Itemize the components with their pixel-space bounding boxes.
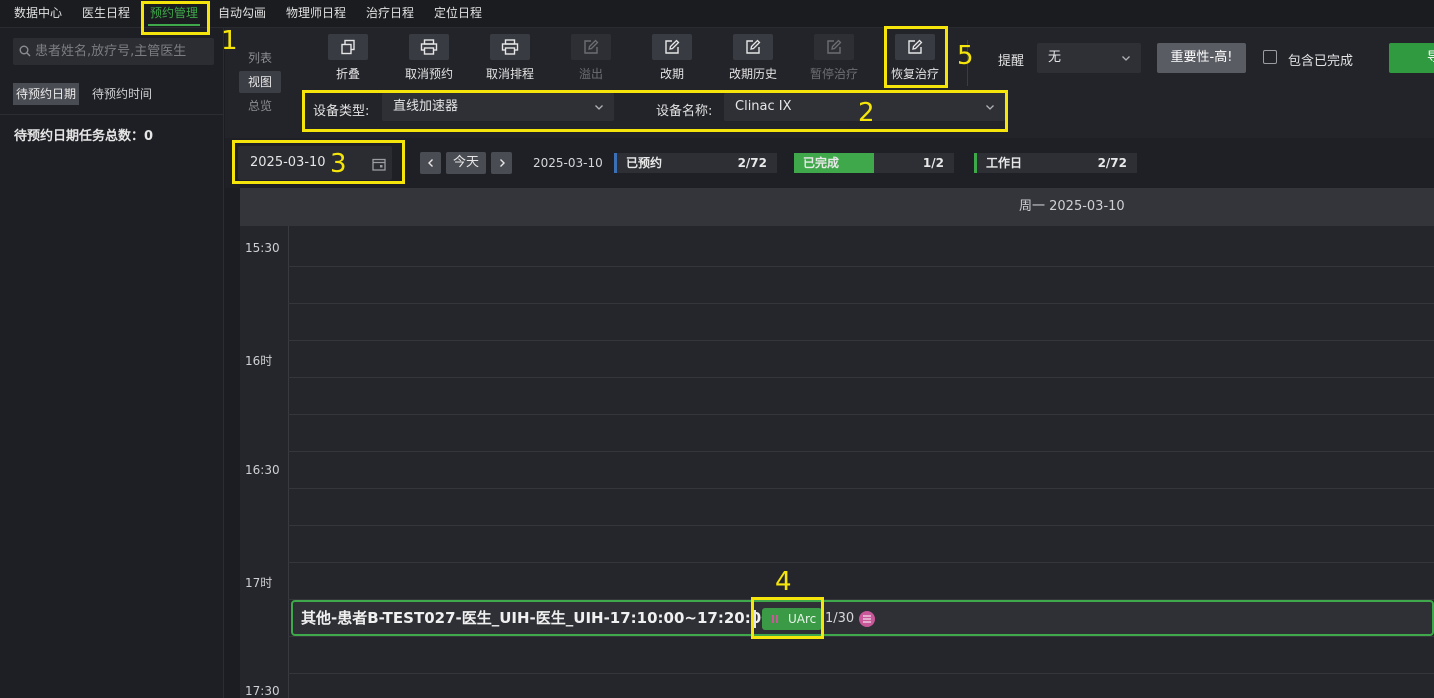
stat-booked-value: 2/72 xyxy=(737,156,767,170)
annotation-number-3: 3 xyxy=(330,149,347,179)
prev-day-button[interactable] xyxy=(420,152,441,174)
stat-workdays: 工作日 2/72 xyxy=(974,153,1137,173)
search-box xyxy=(13,38,214,65)
annotation-number-1: 1 xyxy=(221,26,238,56)
highlight-box-3 xyxy=(232,140,405,184)
grid-line xyxy=(288,636,1434,637)
highlight-box-1 xyxy=(141,1,210,35)
reschedule-label: 改期 xyxy=(659,67,684,81)
day-header: 周一 2025-03-10 xyxy=(240,188,1434,226)
pending-count-label: 待预约日期任务总数：0 xyxy=(14,129,154,144)
chevron-right-icon xyxy=(499,159,505,167)
grid-line xyxy=(288,377,1434,378)
pause-treatment-label: 暂停治疗 xyxy=(809,67,858,81)
grid-line xyxy=(288,414,1434,415)
include-completed-label: 包含已完成 xyxy=(1288,54,1354,69)
view-mode-calendar[interactable]: 视图 xyxy=(239,71,281,93)
reschedule-history-button[interactable]: 改期历史 xyxy=(714,34,792,82)
grid-line xyxy=(288,525,1434,526)
reschedule-history-label: 改期历史 xyxy=(728,67,777,81)
stat-completed: 已完成 1/2 xyxy=(794,153,954,173)
importance-high-button[interactable]: 重要性-高! xyxy=(1157,43,1246,73)
time-column xyxy=(240,226,289,698)
grid-line xyxy=(288,266,1434,267)
next-day-button[interactable] xyxy=(491,152,512,174)
nav-physicist-schedule[interactable]: 物理师日程 xyxy=(286,0,346,28)
nav-doctor-schedule[interactable]: 医生日程 xyxy=(82,0,130,28)
printer-icon xyxy=(501,39,519,55)
pause-treatment-button[interactable]: 暂停治疗 xyxy=(795,34,873,82)
chevron-down-icon xyxy=(1122,56,1130,61)
list-icon[interactable] xyxy=(859,611,875,627)
cancel-scheduling-button[interactable]: 取消排程 xyxy=(471,34,549,82)
search-icon xyxy=(19,45,31,57)
stat-booked: 已预约 2/72 xyxy=(614,153,777,173)
collapse-button[interactable]: 折叠 xyxy=(309,34,387,82)
grid-line xyxy=(288,562,1434,563)
time-label: 17:30 xyxy=(245,684,280,698)
printer-icon xyxy=(420,39,438,55)
stat-booked-label: 已预约 xyxy=(626,156,663,170)
day-header-label: 周一 2025-03-10 xyxy=(1019,199,1125,214)
highlight-box-2 xyxy=(302,90,1008,132)
grid-line xyxy=(288,340,1434,341)
today-button[interactable]: 今天 xyxy=(446,152,486,174)
annotation-number-5: 5 xyxy=(957,41,974,71)
highlight-box-4 xyxy=(751,597,824,639)
cancel-scheduling-label: 取消排程 xyxy=(485,67,534,81)
calendar-view: 周一 2025-03-10 15:30 16时 16:30 17时 17:30 … xyxy=(240,188,1434,698)
reschedule-button[interactable]: 改期 xyxy=(633,34,711,82)
time-label: 17时 xyxy=(245,576,273,590)
search-input[interactable] xyxy=(35,38,210,65)
stat-completed-value: 1/2 xyxy=(922,156,944,170)
time-label: 16:30 xyxy=(245,463,280,477)
reminder-label: 提醒 xyxy=(998,54,1025,69)
sidebar: 待预约日期 待预约时间 待预约日期任务总数：0 xyxy=(0,28,224,698)
annotation-number-2: 2 xyxy=(858,98,875,128)
stat-completed-label: 已完成 xyxy=(803,156,840,170)
sidebar-divider xyxy=(0,114,224,115)
edit-icon xyxy=(584,39,599,54)
fraction-label: 1/30 xyxy=(825,611,855,626)
time-label: 15:30 xyxy=(245,241,280,255)
grid-line xyxy=(288,488,1434,489)
stat-workdays-value: 2/72 xyxy=(1097,156,1127,170)
reminder-value: 无 xyxy=(1048,50,1062,65)
view-mode-list[interactable]: 列表 xyxy=(239,47,281,69)
grid-line xyxy=(288,673,1434,674)
nav-treatment-schedule[interactable]: 治疗日程 xyxy=(366,0,414,28)
nav-positioning-schedule[interactable]: 定位日程 xyxy=(434,0,482,28)
reminder-select[interactable]: 无 xyxy=(1037,43,1141,73)
include-completed-checkbox[interactable] xyxy=(1263,50,1277,64)
collapse-label: 折叠 xyxy=(335,67,360,81)
edit-icon xyxy=(665,39,680,54)
collapse-icon xyxy=(341,39,355,55)
current-date-label: 2025-03-10 xyxy=(533,156,603,170)
overflow-button[interactable]: 溢出 xyxy=(552,34,630,82)
highlight-box-5 xyxy=(884,26,948,88)
nav-auto-contouring[interactable]: 自动勾画 xyxy=(218,0,266,28)
edit-icon xyxy=(827,39,842,54)
tab-pending-date[interactable]: 待预约日期 xyxy=(13,83,80,105)
appointment-event[interactable]: 其他-患者B-TEST027-医生_UIH-医生_UIH-17:10:00~17… xyxy=(291,600,1434,636)
event-title: 其他-患者B-TEST027-医生_UIH-医生_UIH-17:10:00~17… xyxy=(301,609,772,627)
tab-pending-time[interactable]: 待预约时间 xyxy=(89,83,155,105)
grid-line xyxy=(288,303,1434,304)
cancel-appointment-label: 取消预约 xyxy=(404,67,453,81)
edit-icon xyxy=(746,39,761,54)
nav-data-center[interactable]: 数据中心 xyxy=(14,0,62,28)
chevron-left-icon xyxy=(427,159,433,167)
top-nav: 数据中心 医生日程 预约管理 自动勾画 物理师日程 治疗日程 定位日程 xyxy=(0,0,1434,28)
cancel-appointment-button[interactable]: 取消预约 xyxy=(390,34,468,82)
export-button[interactable]: 导 xyxy=(1389,43,1434,73)
stat-workdays-label: 工作日 xyxy=(986,156,1023,170)
time-label: 16时 xyxy=(245,354,273,368)
grid-line xyxy=(288,451,1434,452)
overflow-label: 溢出 xyxy=(578,67,603,81)
date-bar: 2025-03-10 今天 2025-03-10 已预约 2/72 已完成 1/… xyxy=(225,138,1434,188)
annotation-number-4: 4 xyxy=(775,567,792,597)
view-mode-overview[interactable]: 总览 xyxy=(239,95,281,117)
